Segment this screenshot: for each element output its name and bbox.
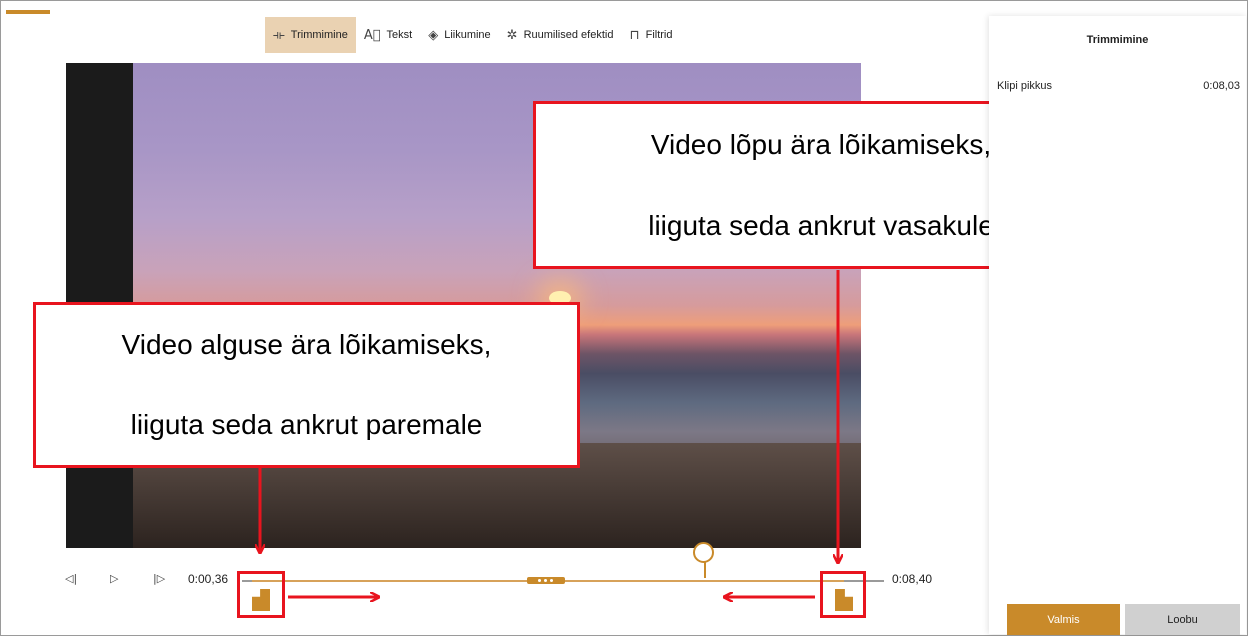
callout-start-line1: Video alguse ära lõikamiseks, [121, 329, 492, 360]
callout-start-trim: Video alguse ära lõikamiseks, liiguta se… [33, 302, 580, 468]
panel-title: Trimmimine [1086, 34, 1149, 46]
trim-panel: Trimmimine Klipi pikkus 0:08,03 [989, 16, 1246, 634]
cancel-button[interactable]: Loobu [1125, 604, 1240, 635]
done-button[interactable]: Valmis [1007, 604, 1120, 635]
clip-length-row: Klipi pikkus 0:08,03 [997, 80, 1240, 92]
clip-length-label: Klipi pikkus [997, 80, 1053, 92]
clip-length-value: 0:08,03 [1203, 80, 1240, 92]
callout-start-line2: liiguta seda ankrut paremale [130, 409, 483, 440]
